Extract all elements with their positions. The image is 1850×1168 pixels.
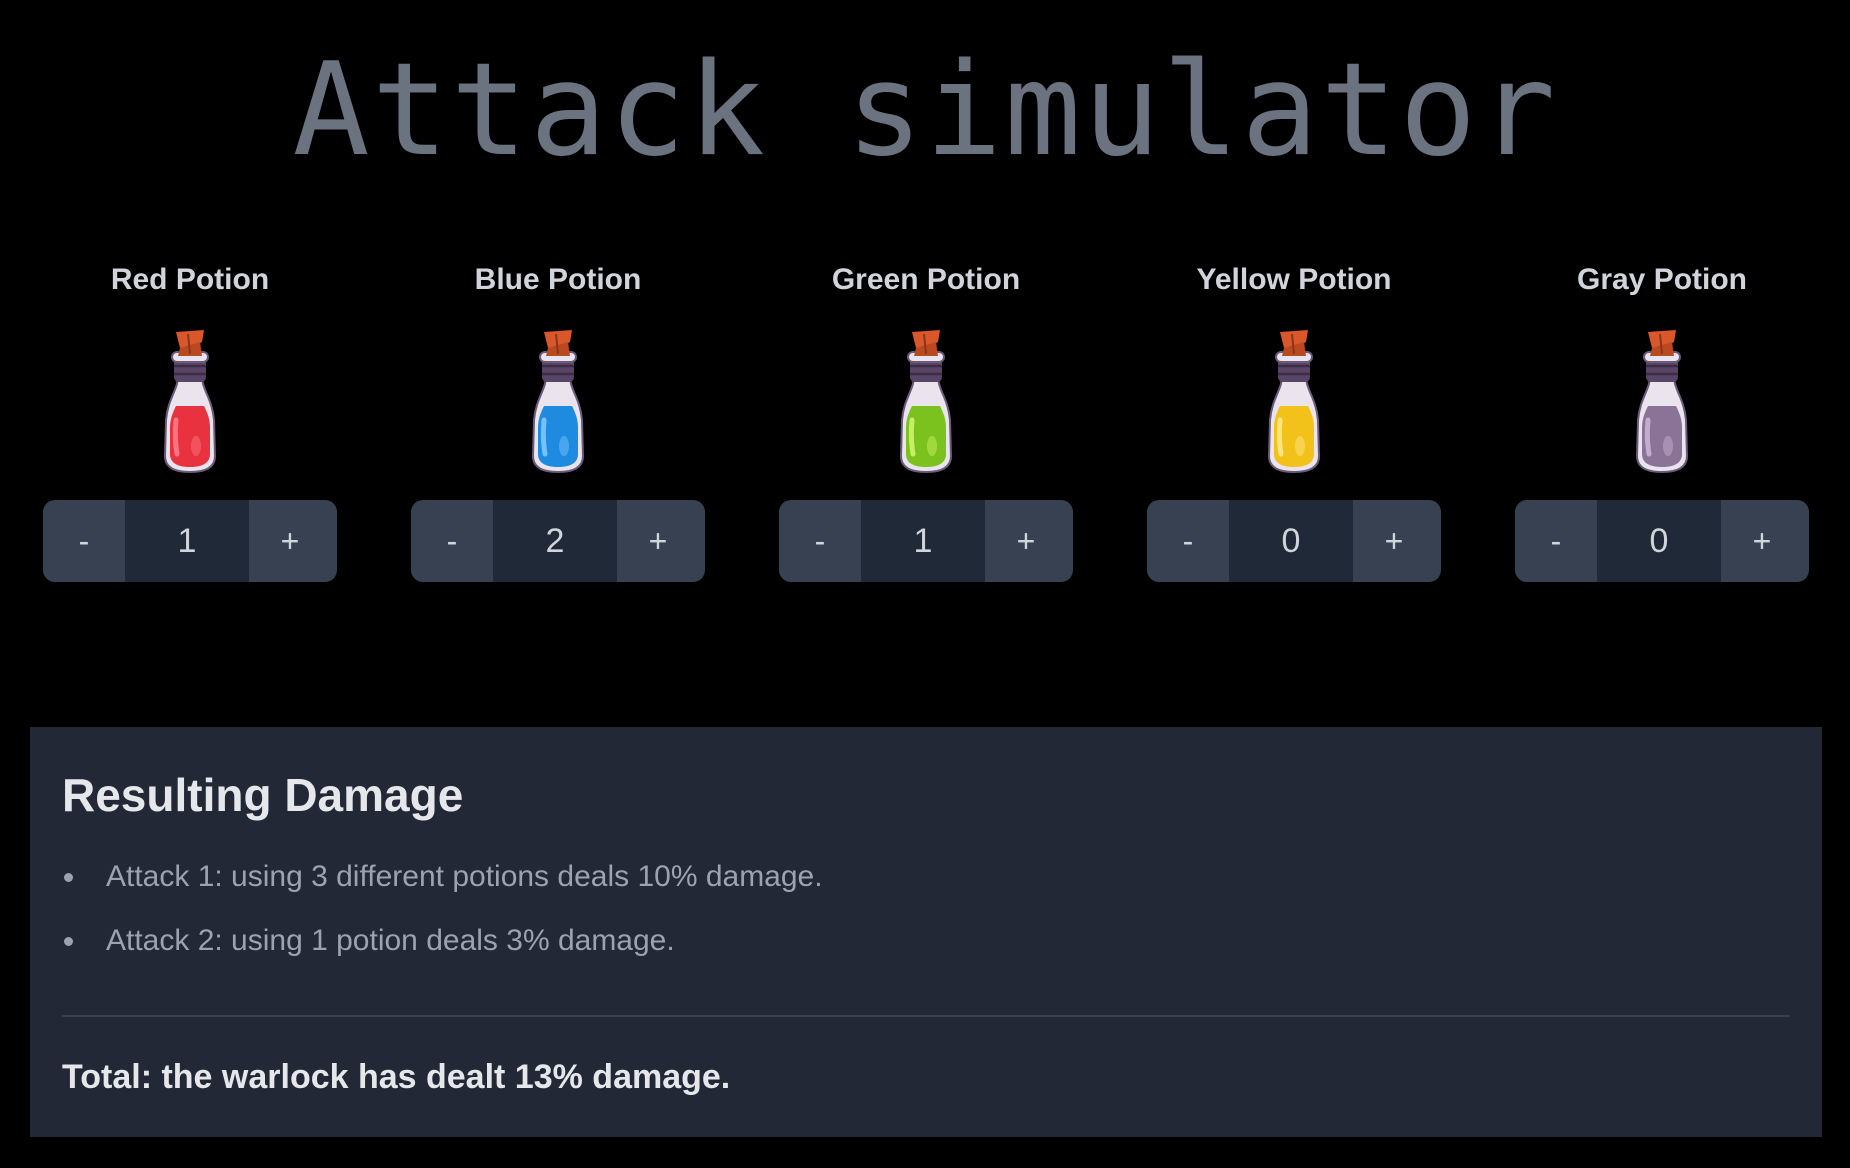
quantity-stepper: - 1 +	[779, 500, 1073, 582]
attack-text: Attack 1: using 3 different potions deal…	[106, 860, 823, 893]
bullet-icon	[64, 937, 73, 946]
potion-card-gray: Gray Potion - 0 +	[1515, 260, 1809, 582]
quantity-value[interactable]: 1	[125, 500, 249, 582]
potion-card-blue: Blue Potion - 2 +	[411, 260, 705, 582]
quantity-stepper: - 0 +	[1515, 500, 1809, 582]
quantity-value[interactable]: 0	[1597, 500, 1721, 582]
decrement-button[interactable]: -	[1515, 500, 1597, 582]
yellow-potion-bottle-icon	[1267, 330, 1321, 474]
red-potion-bottle-icon	[163, 330, 217, 474]
quantity-value[interactable]: 1	[861, 500, 985, 582]
quantity-value[interactable]: 0	[1229, 500, 1353, 582]
attack-text: Attack 2: using 1 potion deals 3% damage…	[106, 924, 675, 957]
potion-list: Red Potion - 1 + Blue Potion - 2 + Green…	[43, 260, 1809, 582]
potion-name: Gray Potion	[1576, 263, 1748, 296]
blue-potion-bottle-icon	[531, 330, 585, 474]
potion-card-yellow: Yellow Potion - 0 +	[1147, 260, 1441, 582]
potion-name: Green Potion	[831, 263, 1021, 296]
green-potion-bottle-icon	[899, 330, 953, 474]
potion-name: Red Potion	[110, 263, 270, 296]
attack-item: Attack 2: using 1 potion deals 3% damage…	[62, 921, 823, 961]
gray-potion-bottle-icon	[1635, 330, 1689, 474]
decrement-button[interactable]: -	[779, 500, 861, 582]
decrement-button[interactable]: -	[43, 500, 125, 582]
potion-card-green: Green Potion - 1 +	[779, 260, 1073, 582]
quantity-stepper: - 2 +	[411, 500, 705, 582]
bullet-icon	[64, 873, 73, 882]
potion-card-red: Red Potion - 1 +	[43, 260, 337, 582]
quantity-value[interactable]: 2	[493, 500, 617, 582]
results-heading: Resulting Damage	[62, 769, 464, 821]
increment-button[interactable]: +	[985, 500, 1067, 582]
total-damage: Total: the warlock has dealt 13% damage.	[62, 1058, 731, 1096]
increment-button[interactable]: +	[1353, 500, 1435, 582]
quantity-stepper: - 0 +	[1147, 500, 1441, 582]
decrement-button[interactable]: -	[411, 500, 493, 582]
increment-button[interactable]: +	[617, 500, 699, 582]
quantity-stepper: - 1 +	[43, 500, 337, 582]
potion-name: Yellow Potion	[1196, 263, 1392, 296]
potion-name: Blue Potion	[474, 263, 642, 296]
decrement-button[interactable]: -	[1147, 500, 1229, 582]
divider	[62, 1015, 1790, 1017]
increment-button[interactable]: +	[249, 500, 331, 582]
results-panel: Resulting Damage Attack 1: using 3 diffe…	[30, 727, 1822, 1137]
attack-list: Attack 1: using 3 different potions deal…	[62, 857, 823, 985]
page-title: Attack simulator	[292, 36, 1558, 185]
attack-item: Attack 1: using 3 different potions deal…	[62, 857, 823, 897]
increment-button[interactable]: +	[1721, 500, 1803, 582]
